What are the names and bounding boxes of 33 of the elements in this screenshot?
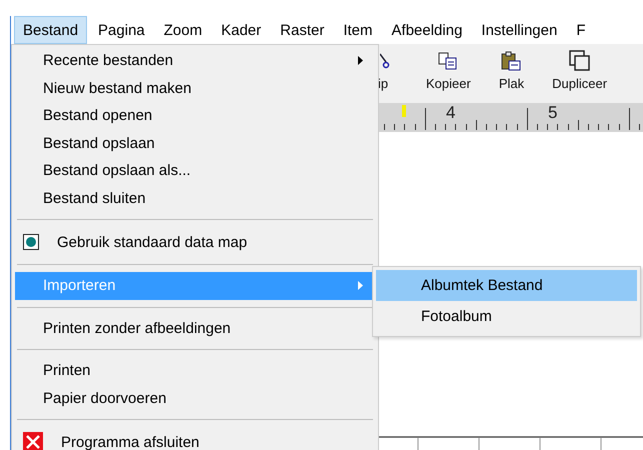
menu-item[interactable]: Printen zonder afbeeldingen bbox=[15, 314, 375, 342]
menu-item[interactable]: Gebruik standaard data map bbox=[15, 227, 375, 257]
menu-item[interactable]: Recente bestanden bbox=[15, 47, 375, 74]
checkbox[interactable] bbox=[23, 234, 39, 250]
menu-item[interactable]: Papier doorvoeren bbox=[15, 384, 375, 412]
toolbar-button[interactable]: Plak bbox=[484, 48, 538, 93]
menu-bar-item[interactable]: Zoom bbox=[156, 16, 210, 44]
menu-item[interactable]: Programma afsluiten bbox=[15, 427, 375, 450]
clipboard-icon bbox=[501, 50, 522, 72]
menu-item[interactable]: Fotoalbum bbox=[376, 301, 637, 332]
toolbar-button[interactable]: Dupliceer bbox=[538, 48, 622, 93]
ruler-label: 5 bbox=[548, 103, 558, 123]
menu-item[interactable]: Albumtek Bestand bbox=[376, 270, 637, 301]
menu-item[interactable]: Bestand openen bbox=[15, 102, 375, 130]
menu-item[interactable]: Bestand sluiten bbox=[15, 184, 375, 212]
ruler-label: 4 bbox=[446, 103, 456, 123]
menu-bar-item[interactable]: Raster bbox=[272, 16, 332, 44]
close-icon bbox=[23, 432, 43, 450]
copy-icon bbox=[438, 50, 458, 72]
menu-item[interactable]: Bestand opslaan als... bbox=[15, 157, 375, 184]
menu-bar-item[interactable]: Kader bbox=[213, 16, 270, 44]
menu-bar-item[interactable]: Instellingen bbox=[473, 16, 566, 44]
toolbar-button[interactable]: ip bbox=[378, 48, 412, 93]
menu-bar-item[interactable]: Bestand bbox=[14, 16, 88, 44]
menu-item[interactable]: Printen bbox=[15, 357, 375, 384]
menu-bar-item[interactable]: Afbeelding bbox=[384, 16, 470, 44]
duplicate-icon bbox=[568, 50, 591, 72]
menu-item[interactable]: Bestand opslaan bbox=[15, 130, 375, 157]
menu-bar-item[interactable]: F bbox=[568, 16, 594, 44]
menu-bar-item[interactable]: Item bbox=[335, 16, 381, 44]
menu-bar-item[interactable]: Pagina bbox=[90, 16, 153, 44]
menu-item[interactable]: Nieuw bestand maken bbox=[15, 74, 375, 102]
toolbar-button[interactable]: Kopieer bbox=[412, 48, 485, 93]
